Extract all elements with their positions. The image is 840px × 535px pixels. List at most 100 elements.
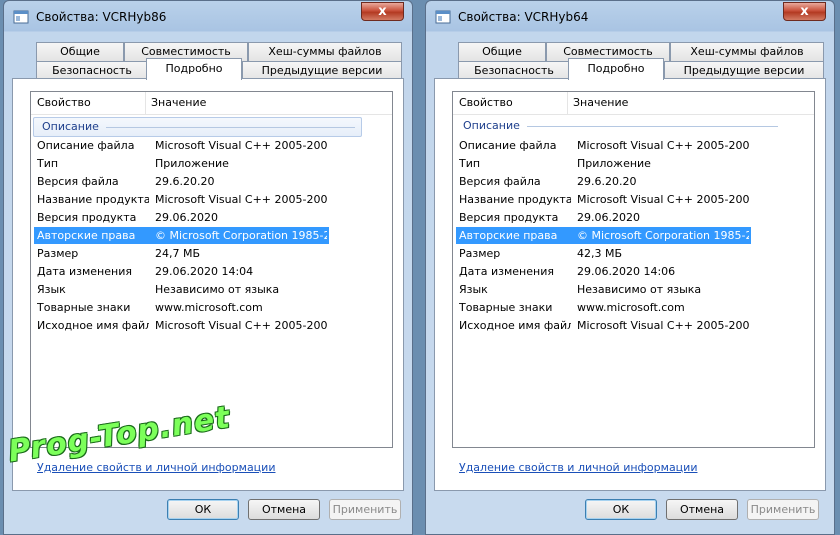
list-item[interactable]: Версия продукта 29.06.2020 — [456, 209, 751, 226]
list-header: Свойство Значение — [453, 92, 814, 115]
property-value: Приложение — [155, 157, 229, 170]
list-item[interactable]: Версия файла 29.6.20.20 — [34, 173, 329, 190]
apply-button[interactable]: Применить — [329, 499, 401, 520]
property-value: Независимо от языка — [577, 283, 702, 296]
tab-details[interactable]: Подробно — [146, 58, 242, 80]
property-value: 29.6.20.20 — [577, 175, 637, 188]
list-item[interactable]: Исходное имя файла Microsoft Visual C++ 2… — [34, 317, 329, 334]
cancel-button[interactable]: Отмена — [248, 499, 320, 520]
list-item[interactable]: Описание файла Microsoft Visual C++ 2005-… — [34, 137, 329, 154]
property-name: Товарные знаки — [37, 301, 131, 314]
property-value: 29.06.2020 14:06 — [577, 265, 676, 278]
properties-window-x64: Свойства: VCRHyb64 x Общие Совместимость… — [425, 0, 835, 535]
property-name: Описание файла — [459, 139, 557, 152]
list-item[interactable]: Версия файла 29.6.20.20 — [456, 173, 751, 190]
list-item[interactable]: Размер 24,7 МБ — [34, 245, 329, 262]
property-name: Авторские права — [459, 229, 558, 242]
property-value: Microsoft Visual C++ 2005-2008-2... — [577, 193, 749, 206]
window-title: Свойства: VCRHyb64 — [458, 10, 589, 24]
property-name: Товарные знаки — [459, 301, 553, 314]
title-bar[interactable]: Свойства: VCRHyb64 x — [426, 1, 834, 31]
tab-hash-sums[interactable]: Хеш-суммы файлов — [248, 42, 402, 61]
group-description[interactable]: Описание — [33, 117, 362, 137]
list-item[interactable]: Товарные знаки www.microsoft.com — [456, 299, 751, 316]
cancel-button[interactable]: Отмена — [666, 499, 738, 520]
property-name: Версия файла — [459, 175, 541, 188]
list-item[interactable]: Товарные знаки www.microsoft.com — [34, 299, 329, 316]
property-value: Microsoft Visual C++ 2005-2008-2... — [155, 139, 327, 152]
list-item[interactable]: Размер 42,3 МБ — [456, 245, 751, 262]
column-property[interactable]: Свойство — [31, 92, 146, 114]
property-value: Независимо от языка — [155, 283, 280, 296]
property-name: Исходное имя файла — [37, 319, 149, 332]
property-value: © Microsoft Corporation 1985-2020 — [155, 229, 327, 242]
column-property[interactable]: Свойство — [453, 92, 568, 114]
tab-general[interactable]: Общие — [458, 42, 546, 61]
close-button[interactable]: x — [361, 2, 404, 21]
group-label: Описание — [42, 120, 99, 133]
property-name: Авторские права — [37, 229, 136, 242]
property-name: Версия файла — [37, 175, 119, 188]
window-title: Свойства: VCRHyb86 — [36, 10, 167, 24]
property-name: Название продукта — [37, 193, 149, 206]
property-name: Размер — [37, 247, 79, 260]
close-button[interactable]: x — [783, 2, 826, 21]
list-item[interactable]: Версия продукта 29.06.2020 — [34, 209, 329, 226]
property-name: Дата изменения — [459, 265, 554, 278]
tab-details[interactable]: Подробно — [568, 58, 664, 80]
list-item[interactable]: Тип Приложение — [34, 155, 329, 172]
property-value: 42,3 МБ — [577, 247, 623, 260]
properties-list[interactable]: Свойство Значение Описание Описание файл… — [452, 91, 815, 448]
list-header: Свойство Значение — [31, 92, 392, 115]
property-value: 29.06.2020 14:04 — [155, 265, 254, 278]
property-value: 29.6.20.20 — [155, 175, 215, 188]
tab-hash-sums[interactable]: Хеш-суммы файлов — [670, 42, 824, 61]
list-item[interactable]: Язык Независимо от языка — [456, 281, 751, 298]
list-item[interactable]: Описание файла Microsoft Visual C++ 2005-… — [456, 137, 751, 154]
details-panel: Свойство Значение Описание Описание файл… — [434, 78, 826, 491]
ok-button[interactable]: ОК — [585, 499, 657, 520]
group-divider — [106, 127, 355, 128]
list-item[interactable]: Язык Независимо от языка — [34, 281, 329, 298]
list-item[interactable]: Название продукта Microsoft Visual C++ 20… — [456, 191, 751, 208]
title-bar[interactable]: Свойства: VCRHyb86 x — [4, 1, 412, 31]
list-item[interactable]: Тип Приложение — [456, 155, 751, 172]
properties-list[interactable]: Свойство Значение Описание Описание файл… — [30, 91, 393, 448]
application-icon — [13, 10, 29, 24]
property-name: Исходное имя файла — [459, 319, 571, 332]
column-value[interactable]: Значение — [145, 92, 381, 114]
tab-strip: Общие Совместимость Хеш-суммы файлов Без… — [12, 41, 404, 80]
group-divider — [527, 126, 778, 127]
property-value: 29.06.2020 — [577, 211, 640, 224]
property-value: 24,7 МБ — [155, 247, 201, 260]
property-name: Язык — [37, 283, 66, 296]
property-name: Название продукта — [459, 193, 571, 206]
tab-general[interactable]: Общие — [36, 42, 124, 61]
list-item[interactable]: Название продукта Microsoft Visual C++ 20… — [34, 191, 329, 208]
column-value[interactable]: Значение — [567, 92, 803, 114]
property-name: Версия продукта — [37, 211, 137, 224]
list-item-selected[interactable]: Авторские права © Microsoft Corporation 1… — [456, 227, 751, 244]
property-name: Язык — [459, 283, 488, 296]
list-item[interactable]: Дата изменения 29.06.2020 14:04 — [34, 263, 329, 280]
property-name: Тип — [37, 157, 59, 170]
application-icon — [435, 10, 451, 24]
property-value: www.microsoft.com — [577, 301, 685, 314]
group-label: Описание — [463, 119, 520, 132]
list-item[interactable]: Исходное имя файла Microsoft Visual C++ 2… — [456, 317, 751, 334]
property-value: Microsoft Visual C++ 2005-2008-2... — [577, 139, 749, 152]
list-item[interactable]: Дата изменения 29.06.2020 14:06 — [456, 263, 751, 280]
property-value: © Microsoft Corporation 1985-2020 — [577, 229, 749, 242]
property-value: 29.06.2020 — [155, 211, 218, 224]
group-description[interactable]: Описание — [455, 117, 784, 135]
property-value: Microsoft Visual C++ 2005-2008-2... — [577, 319, 749, 332]
property-value: Microsoft Visual C++ 2005-2008-2... — [155, 319, 327, 332]
property-name: Тип — [459, 157, 481, 170]
property-name: Версия продукта — [459, 211, 559, 224]
apply-button[interactable]: Применить — [747, 499, 819, 520]
ok-button[interactable]: ОК — [167, 499, 239, 520]
list-item-selected[interactable]: Авторские права © Microsoft Corporation 1… — [34, 227, 329, 244]
remove-properties-link[interactable]: Удаление свойств и личной информации — [459, 461, 697, 474]
remove-properties-link[interactable]: Удаление свойств и личной информации — [37, 461, 275, 474]
property-value: Приложение — [577, 157, 651, 170]
